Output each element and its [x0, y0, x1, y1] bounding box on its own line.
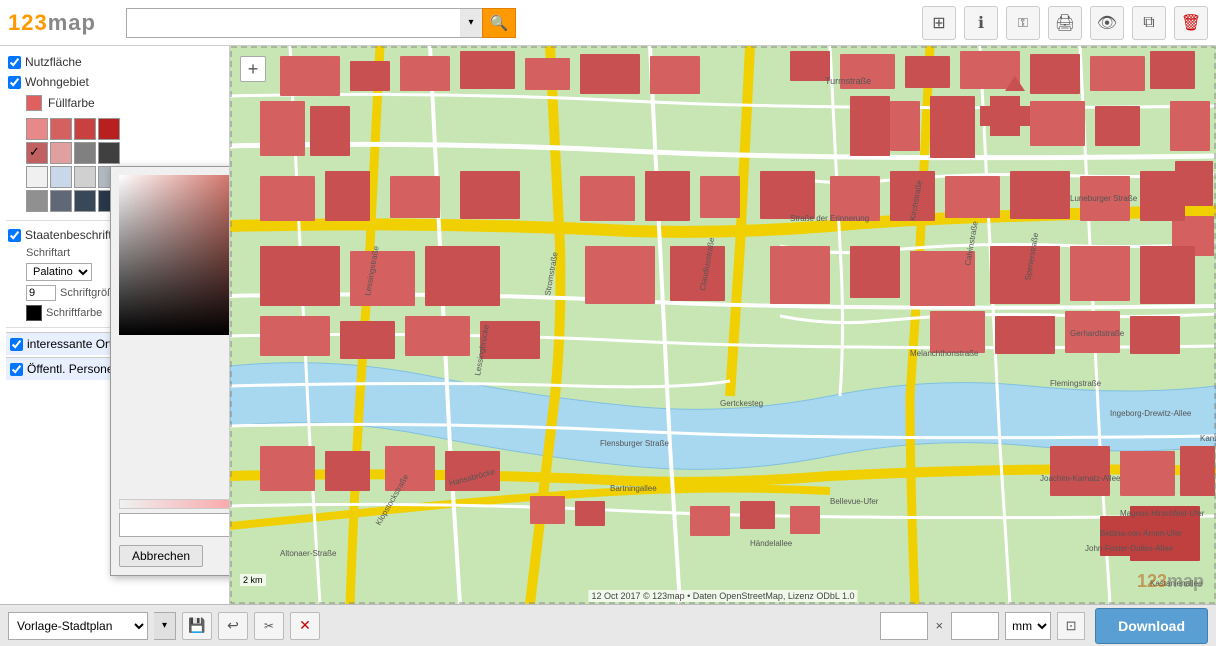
svg-text:Luneburger Straße: Luneburger Straße — [1070, 194, 1138, 203]
swatch-0[interactable] — [26, 118, 48, 140]
svg-text:Händelallee: Händelallee — [750, 539, 793, 548]
svg-text:Bettina-von-Arnim-Ufer: Bettina-von-Arnim-Ufer — [1100, 529, 1182, 538]
close-button[interactable]: ✕ — [290, 612, 320, 640]
logo-map: map — [48, 10, 96, 35]
fit-button[interactable]: ⊡ — [1057, 612, 1085, 640]
print-button[interactable]: 🖨 — [1048, 6, 1082, 40]
layer-wohngebiet-checkbox[interactable] — [8, 76, 21, 89]
font-select[interactable]: Palatino — [26, 263, 92, 281]
template-dropdown-button[interactable]: ▾ — [154, 612, 176, 640]
svg-text:Bellevue-Ufer: Bellevue-Ufer — [830, 497, 879, 506]
frame-button[interactable]: ⊞ — [922, 6, 956, 40]
unit-select[interactable]: mm cm px — [1005, 612, 1051, 640]
dimension-separator: × — [936, 618, 944, 633]
swatch-10[interactable] — [74, 166, 96, 188]
swatch-7[interactable] — [98, 142, 120, 164]
svg-text:Kanzleramtsteg: Kanzleramtsteg — [1200, 434, 1216, 443]
transit-checkbox[interactable] — [10, 363, 23, 376]
svg-text:Turmstraße: Turmstraße — [825, 76, 871, 86]
font-color-swatch[interactable] — [26, 305, 42, 321]
zoom-plus-button[interactable]: + — [240, 56, 266, 82]
fill-color-row: Füllfarbe — [6, 92, 223, 114]
poi-label: interessante Orte — [27, 337, 119, 351]
svg-text:John-Foster-Dulles-Allee: John-Foster-Dulles-Allee — [1085, 544, 1174, 553]
svg-text:Altonaer-Straße: Altonaer-Straße — [280, 549, 337, 558]
swatch-3[interactable] — [98, 118, 120, 140]
svg-text:Melanchthonstraße: Melanchthonstraße — [910, 349, 979, 358]
fill-color-label: Füllfarbe — [48, 96, 95, 110]
map-watermark: 123map — [1137, 571, 1204, 592]
swatch-1[interactable] — [50, 118, 72, 140]
delete-button[interactable]: 🗑 — [1174, 6, 1208, 40]
swatch-4[interactable] — [26, 142, 48, 164]
key-button[interactable]: ⚿ — [1006, 6, 1040, 40]
font-size-input[interactable] — [26, 285, 56, 301]
swatch-12[interactable] — [26, 190, 48, 212]
swatch-8[interactable] — [26, 166, 48, 188]
map-copyright: 12 Oct 2017 © 123map • Daten OpenStreetM… — [588, 590, 857, 602]
scale-label: 2 km — [243, 575, 263, 585]
height-input[interactable]: 163 — [951, 612, 999, 640]
layer-wohngebiet-label: Wohngebiet — [25, 75, 89, 89]
layer-nutzflaeche-checkbox[interactable] — [8, 56, 21, 69]
swatch-9[interactable] — [50, 166, 72, 188]
swatch-13[interactable] — [50, 190, 72, 212]
color-picker-gradient[interactable] — [119, 175, 230, 335]
svg-text:Gerhardtstraße: Gerhardtstraße — [1070, 329, 1125, 338]
state-label-checkbox[interactable] — [8, 229, 21, 242]
layer-nutzflaeche[interactable]: Nutzfläche — [6, 52, 223, 72]
save-button[interactable]: 💾 — [182, 612, 212, 640]
map-svg[interactable]: Turmstraße Flensburger Straße Hansabrück… — [230, 46, 1216, 604]
scale-bar: 2 km — [240, 574, 266, 586]
undo-button[interactable]: ↩ — [218, 612, 248, 640]
opacity-row[interactable] — [119, 499, 230, 509]
template-select[interactable]: Vorlage-Stadtplan — [8, 612, 148, 640]
download-button[interactable]: Download — [1095, 608, 1208, 644]
poi-checkbox[interactable] — [10, 338, 23, 351]
rgb-input[interactable]: rgb(255, 124, 130) — [119, 513, 230, 537]
fill-color-swatch[interactable] — [26, 95, 42, 111]
color-picker-popup: rgb(255, 124, 130) Abbrechen OK — [110, 166, 230, 576]
picker-buttons: Abbrechen OK — [119, 545, 230, 567]
svg-text:Flensburger Straße: Flensburger Straße — [600, 439, 669, 448]
sidebar: Nutzfläche Wohngebiet Füllfarbe — [0, 46, 230, 604]
bottom-toolbar: Vorlage-Stadtplan ▾ 💾 ↩ ✂ ✕ 297 × 163 mm… — [0, 604, 1216, 646]
logo-nums: 123 — [8, 10, 48, 35]
swatch-14[interactable] — [74, 190, 96, 212]
search-dropdown-button[interactable]: ▾ — [460, 8, 482, 38]
poi-row-inner: interessante Orte — [10, 337, 119, 351]
svg-text:Magnus-Hirschfeld-Ufer: Magnus-Hirschfeld-Ufer — [1120, 509, 1205, 518]
header: 123map Berlin ▾ 🔍 ⊞ ℹ ⚿ 🖨 👁 ⧉ 🗑 — [0, 0, 1216, 46]
layer-wohngebiet[interactable]: Wohngebiet — [6, 72, 223, 92]
layer-nutzflaeche-label: Nutzfläche — [25, 55, 82, 69]
search-wrapper: Berlin ▾ 🔍 — [126, 8, 516, 38]
main-layout: Nutzfläche Wohngebiet Füllfarbe — [0, 46, 1216, 604]
info-button[interactable]: ℹ — [964, 6, 998, 40]
svg-text:Flemingstraße: Flemingstraße — [1050, 379, 1102, 388]
swatch-5[interactable] — [50, 142, 72, 164]
search-input[interactable]: Berlin — [126, 8, 460, 38]
svg-text:Ingeborg-Drewitz-Allee: Ingeborg-Drewitz-Allee — [1110, 409, 1192, 418]
svg-text:Gertckesteg: Gertckesteg — [720, 399, 763, 408]
eye-button[interactable]: 👁 — [1090, 6, 1124, 40]
copy-button[interactable]: ⧉ — [1132, 6, 1166, 40]
scissors-button[interactable]: ✂ — [254, 612, 284, 640]
svg-text:Straße der Erinnerung: Straße der Erinnerung — [790, 214, 869, 223]
swatch-2[interactable] — [74, 118, 96, 140]
map-area[interactable]: Turmstraße Flensburger Straße Hansabrück… — [230, 46, 1216, 604]
font-type-label: Schriftart — [26, 247, 70, 259]
width-input[interactable]: 297 — [880, 612, 928, 640]
svg-text:Bartningallee: Bartningallee — [610, 484, 657, 493]
svg-text:Joachim-Karnatz-Allee: Joachim-Karnatz-Allee — [1040, 474, 1121, 483]
picker-bottom: rgb(255, 124, 130) Abbrechen OK — [119, 499, 230, 567]
search-button[interactable]: 🔍 — [482, 8, 516, 38]
font-color-label: Schriftfarbe — [46, 307, 102, 319]
app-logo: 123map — [8, 10, 118, 36]
picker-cancel-button[interactable]: Abbrechen — [119, 545, 203, 567]
swatch-6[interactable] — [74, 142, 96, 164]
